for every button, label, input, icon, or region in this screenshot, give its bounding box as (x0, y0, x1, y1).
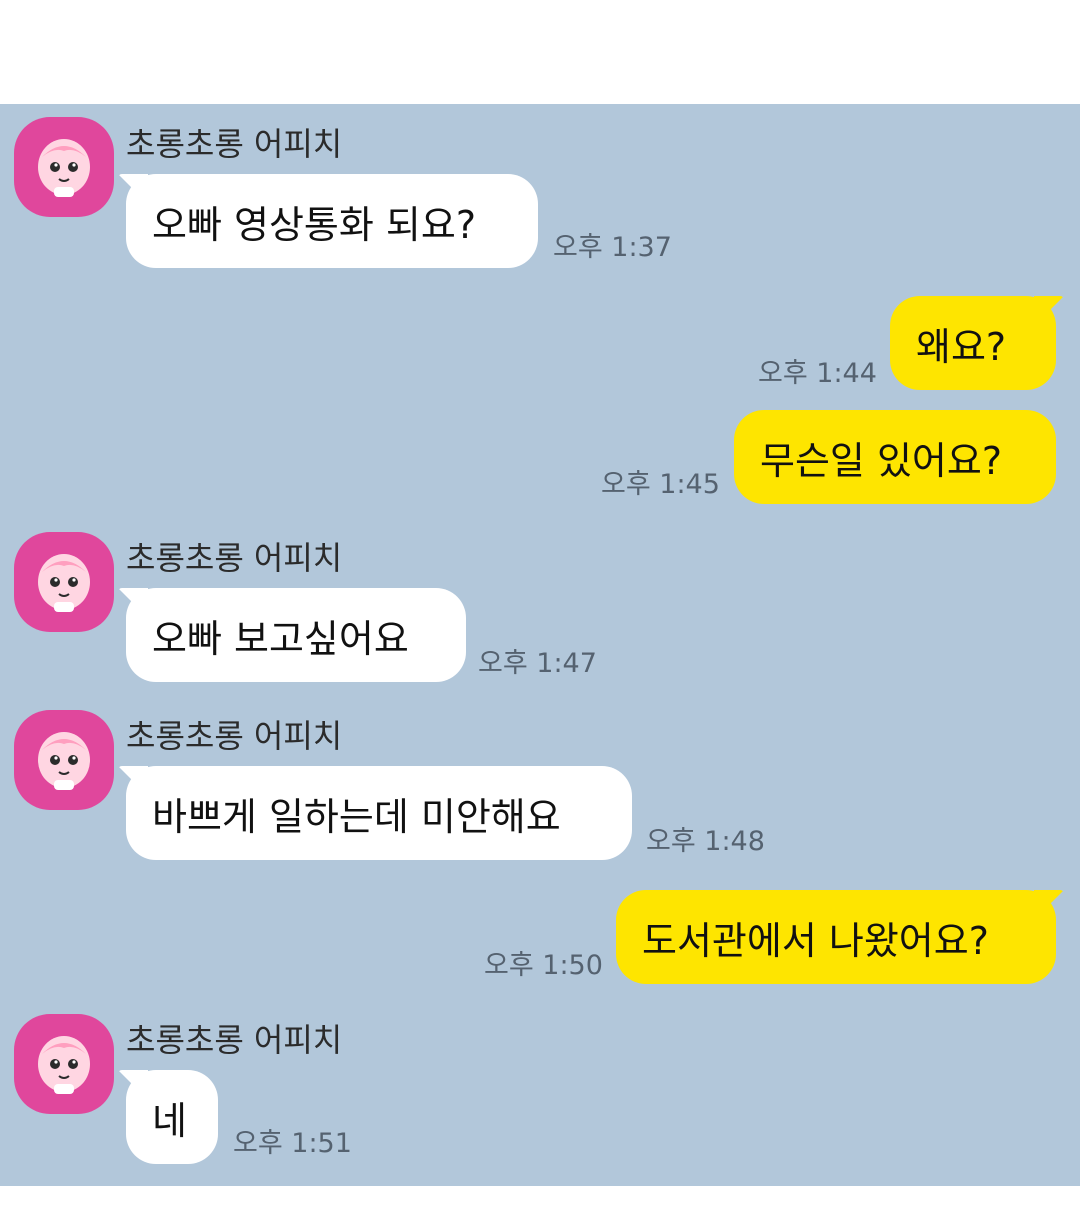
message-bubble-incoming[interactable]: 네 (126, 1070, 218, 1164)
message-bubble-incoming[interactable]: 바쁘게 일하는데 미안해요 (126, 766, 632, 860)
message-bubble-outgoing[interactable]: 왜요? (890, 296, 1056, 390)
apeach-avatar-icon[interactable] (14, 1014, 114, 1114)
message-text: 왜요? (916, 324, 1007, 369)
sender-name: 초롱초롱 어피치 (126, 1021, 343, 1059)
sender-name: 초롱초롱 어피치 (126, 717, 343, 755)
message-bubble-outgoing[interactable]: 도서관에서 나왔어요? (616, 890, 1056, 984)
message-time: 오후 1:48 (646, 826, 765, 857)
sender-name: 초롱초롱 어피치 (126, 539, 343, 577)
message-bubble-outgoing[interactable]: 무슨일 있어요? (734, 410, 1056, 504)
message-bubble-incoming[interactable]: 오빠 영상통화 되요? (126, 174, 538, 268)
message-time: 오후 1:45 (601, 469, 720, 500)
apeach-avatar-icon[interactable] (14, 710, 114, 810)
message-bubble-incoming[interactable]: 오빠 보고싶어요 (126, 588, 466, 682)
message-text: 무슨일 있어요? (760, 438, 1003, 483)
message-time: 오후 1:47 (478, 648, 597, 679)
apeach-avatar-icon[interactable] (14, 532, 114, 632)
message-text: 오빠 영상통화 되요? (152, 202, 477, 247)
message-time: 오후 1:37 (553, 232, 672, 263)
message-text: 바쁘게 일하는데 미안해요 (152, 794, 561, 839)
message-text: 오빠 보고싶어요 (152, 616, 409, 661)
sender-name: 초롱초롱 어피치 (126, 125, 343, 163)
apeach-avatar-icon[interactable] (14, 117, 114, 217)
message-time: 오후 1:44 (758, 358, 877, 389)
message-text: 도서관에서 나왔어요? (642, 918, 989, 963)
chat-area[interactable]: 초롱초롱 어피치 오빠 영상통화 되요? 오후 1:37 왜요? 오후 1:44… (0, 104, 1080, 1186)
message-text: 네 (152, 1098, 187, 1143)
message-time: 오후 1:51 (233, 1128, 352, 1159)
message-time: 오후 1:50 (484, 950, 603, 981)
